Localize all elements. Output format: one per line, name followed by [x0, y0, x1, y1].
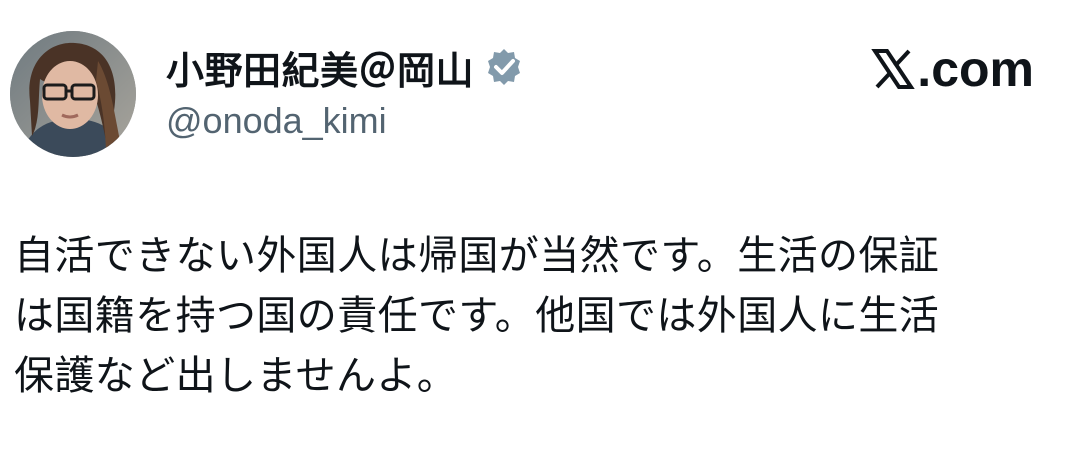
name-row: 小野田紀美＠岡山 [166, 40, 524, 94]
post-card: 小野田紀美＠岡山 @onoda_kimi .com 自活できない外国人は帰国が当… [0, 0, 1070, 464]
post-text-line: 自活できない外国人は帰国が当然です。生活の保証 [14, 233, 940, 279]
post-header: 小野田紀美＠岡山 @onoda_kimi [166, 40, 524, 142]
x-logo-icon [871, 49, 916, 89]
verified-badge-icon [484, 47, 524, 87]
post-text-line: は国籍を持つ国の責任です。他国では外国人に生活 [14, 293, 940, 339]
display-name[interactable]: 小野田紀美＠岡山 [166, 40, 474, 95]
source-watermark: .com [871, 40, 1034, 98]
post-text: 自活できない外国人は帰国が当然です。生活の保証 は国籍を持つ国の責任です。他国で… [14, 226, 1059, 406]
avatar[interactable] [10, 31, 136, 157]
avatar-photo [10, 31, 136, 157]
source-label: .com [917, 41, 1034, 97]
user-handle[interactable]: @onoda_kimi [166, 100, 524, 142]
post-text-line: 保護など出しませんよ。 [14, 353, 458, 399]
